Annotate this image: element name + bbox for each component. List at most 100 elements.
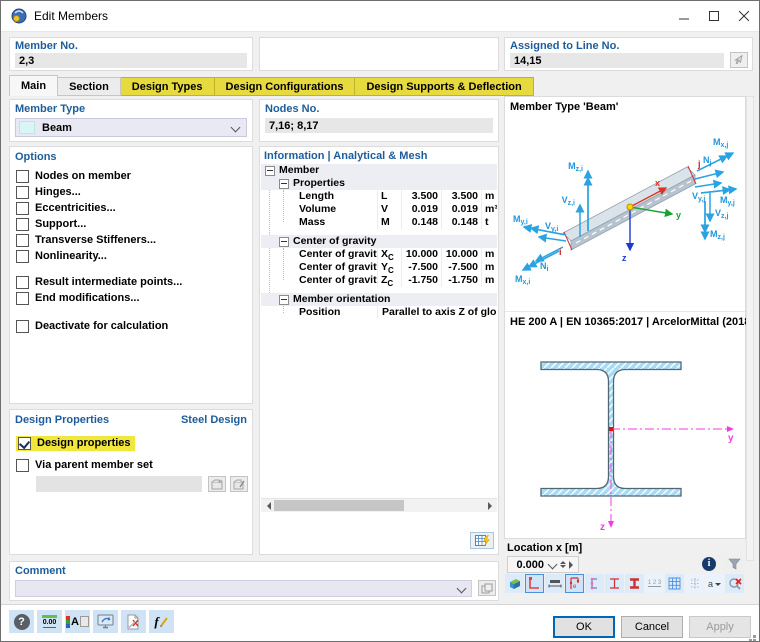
display-properties-button[interactable]: A — [65, 610, 90, 633]
collapse-icon[interactable] — [279, 179, 289, 189]
horizontal-scrollbar[interactable] — [261, 498, 497, 512]
checkbox-via-parent-member-set[interactable]: Via parent member set — [16, 458, 153, 472]
numbering-button[interactable]: 1 2 3 — [645, 574, 664, 593]
main-dimensions-button[interactable]: e — [565, 574, 584, 593]
units-ruler-icon — [42, 615, 57, 618]
cancel-button[interactable]: Cancel — [621, 616, 683, 638]
stress-points-button[interactable] — [585, 574, 604, 593]
thin-section-button[interactable] — [605, 574, 624, 593]
member-no-field[interactable]: 2,3 — [15, 53, 247, 68]
tab-design-supports-deflection[interactable]: Design Supports & Deflection — [355, 77, 533, 96]
checkbox-support[interactable]: Support... — [16, 217, 86, 231]
checkbox-icon — [16, 320, 29, 333]
chevron-down-icon[interactable] — [548, 560, 558, 570]
svg-text:z: z — [600, 522, 605, 533]
outline-view-button[interactable] — [525, 574, 544, 593]
scroll-left-arrow[interactable] — [261, 499, 274, 512]
checkbox-end-modifications[interactable]: End modifications... — [16, 291, 140, 305]
collapse-icon[interactable] — [279, 237, 289, 247]
help-button[interactable]: ? — [9, 610, 34, 633]
close-button[interactable] — [729, 1, 759, 30]
maximize-button[interactable] — [699, 1, 729, 30]
screen-view-button[interactable] — [93, 610, 118, 633]
information-title: Information | Analytical & Mesh — [264, 150, 427, 162]
font-icon: a — [708, 579, 713, 589]
tab-main[interactable]: Main — [9, 75, 58, 96]
member-no-box: Member No. 2,3 — [9, 37, 253, 71]
ok-button[interactable]: OK — [553, 616, 615, 638]
tab-design-types[interactable]: Design Types — [121, 77, 215, 96]
table-row-cog-y[interactable]: Center of gravity YC -7.500 -7.500 m — [261, 261, 497, 274]
checkbox-result-intermediate-points[interactable]: Result intermediate points... — [16, 275, 182, 289]
vertical-scrollbar[interactable] — [746, 96, 754, 561]
app-icon — [11, 8, 27, 24]
grid-button[interactable] — [665, 574, 684, 593]
checkbox-icon — [16, 250, 29, 263]
dimensions-button[interactable] — [545, 574, 564, 593]
formula-button[interactable]: f — [149, 610, 174, 633]
table-row-volume[interactable]: Volume V 0.019 0.019 m³ — [261, 203, 497, 216]
parent-member-set-field[interactable] — [36, 476, 202, 492]
delete-notes-button[interactable] — [121, 610, 146, 633]
assigned-line-field[interactable]: 14,15 — [510, 53, 724, 68]
table-row-position[interactable]: Position Parallel to axis Z of glo... — [261, 306, 497, 319]
zoom-reset-button[interactable] — [725, 574, 744, 593]
checkbox-eccentricities[interactable]: Eccentricities... — [16, 201, 116, 215]
table-row-length[interactable]: Length L 3.500 3.500 m — [261, 190, 497, 203]
checkbox-transverse-stiffeners[interactable]: Transverse Stiffeners... — [16, 233, 156, 247]
collapse-icon[interactable] — [279, 295, 289, 305]
nodes-no-field[interactable]: 7,16; 8,17 — [265, 118, 493, 133]
table-row-cog-x[interactable]: Center of gravity XC 10.000 10.000 m — [261, 248, 497, 261]
member-type-dropdown[interactable]: Beam — [15, 118, 247, 137]
checkbox-hinges[interactable]: Hinges... — [16, 185, 81, 199]
checkbox-nonlinearity[interactable]: Nonlinearity... — [16, 249, 107, 263]
table-row-mass[interactable]: Mass M 0.148 0.148 t — [261, 216, 497, 229]
checkbox-deactivate-for-calculation[interactable]: Deactivate for calculation — [16, 319, 168, 333]
tab-design-configurations[interactable]: Design Configurations — [215, 77, 356, 96]
checkbox-icon — [16, 276, 29, 289]
monitor-icon — [97, 614, 114, 629]
section-info-button[interactable]: i — [698, 555, 720, 573]
stress-point-list-button[interactable] — [685, 574, 704, 593]
new-member-set-button[interactable] — [208, 476, 226, 492]
pick-cursor-icon — [734, 54, 745, 66]
grid-icon — [668, 577, 681, 590]
comment-combo[interactable] — [15, 580, 472, 597]
section-view-toolbar: e 1 2 3 a — [505, 574, 745, 593]
tree-group-member[interactable]: Member — [261, 164, 497, 177]
scroll-right-arrow[interactable] — [484, 499, 497, 512]
units-button[interactable]: 0.00 — [37, 610, 62, 633]
location-x-value: 0.000 — [508, 559, 547, 571]
table-row-cog-z[interactable]: Center of gravity ZC -1.750 -1.750 m — [261, 274, 497, 287]
spinner-arrows[interactable] — [560, 558, 566, 571]
edit-in-table-button[interactable] — [470, 532, 494, 549]
select-lines-button[interactable] — [730, 52, 748, 68]
solid-section-button[interactable] — [625, 574, 644, 593]
yellow-highlight: Design properties — [16, 436, 135, 451]
tree-group-center-of-gravity[interactable]: Center of gravity — [261, 235, 497, 248]
options-title: Options — [15, 151, 57, 163]
svg-text:Ni: Ni — [540, 261, 549, 273]
section-filter-button[interactable] — [723, 555, 745, 573]
font-size-dropdown[interactable]: a — [705, 574, 724, 593]
scrollbar-thumb[interactable] — [274, 500, 404, 511]
tree-group-properties[interactable]: Properties — [261, 177, 497, 190]
location-x-spinner[interactable]: 0.000 — [507, 556, 579, 573]
tree-group-member-orientation[interactable]: Member orientation — [261, 293, 497, 306]
rendered-view-button[interactable] — [505, 574, 524, 593]
tab-section[interactable]: Section — [58, 77, 121, 96]
minimize-button[interactable] — [669, 1, 699, 30]
resize-grip[interactable] — [745, 627, 759, 641]
section-caption: HE 200 A | EN 10365:2017 | ArcelorMittal… — [510, 316, 754, 328]
copy-comment-button[interactable] — [478, 580, 496, 596]
checkbox-design-properties[interactable]: Design properties — [16, 436, 135, 450]
scrollbar-track[interactable] — [274, 499, 484, 512]
apply-button[interactable]: Apply — [689, 616, 751, 638]
edit-member-set-button[interactable] — [230, 476, 248, 492]
play-icon[interactable] — [569, 561, 577, 569]
svg-text:My,i: My,i — [513, 214, 528, 226]
svg-text:Vz,i: Vz,i — [562, 195, 575, 207]
collapse-icon[interactable] — [265, 166, 275, 176]
checkbox-icon — [16, 459, 29, 472]
checkbox-nodes-on-member[interactable]: Nodes on member — [16, 169, 131, 183]
